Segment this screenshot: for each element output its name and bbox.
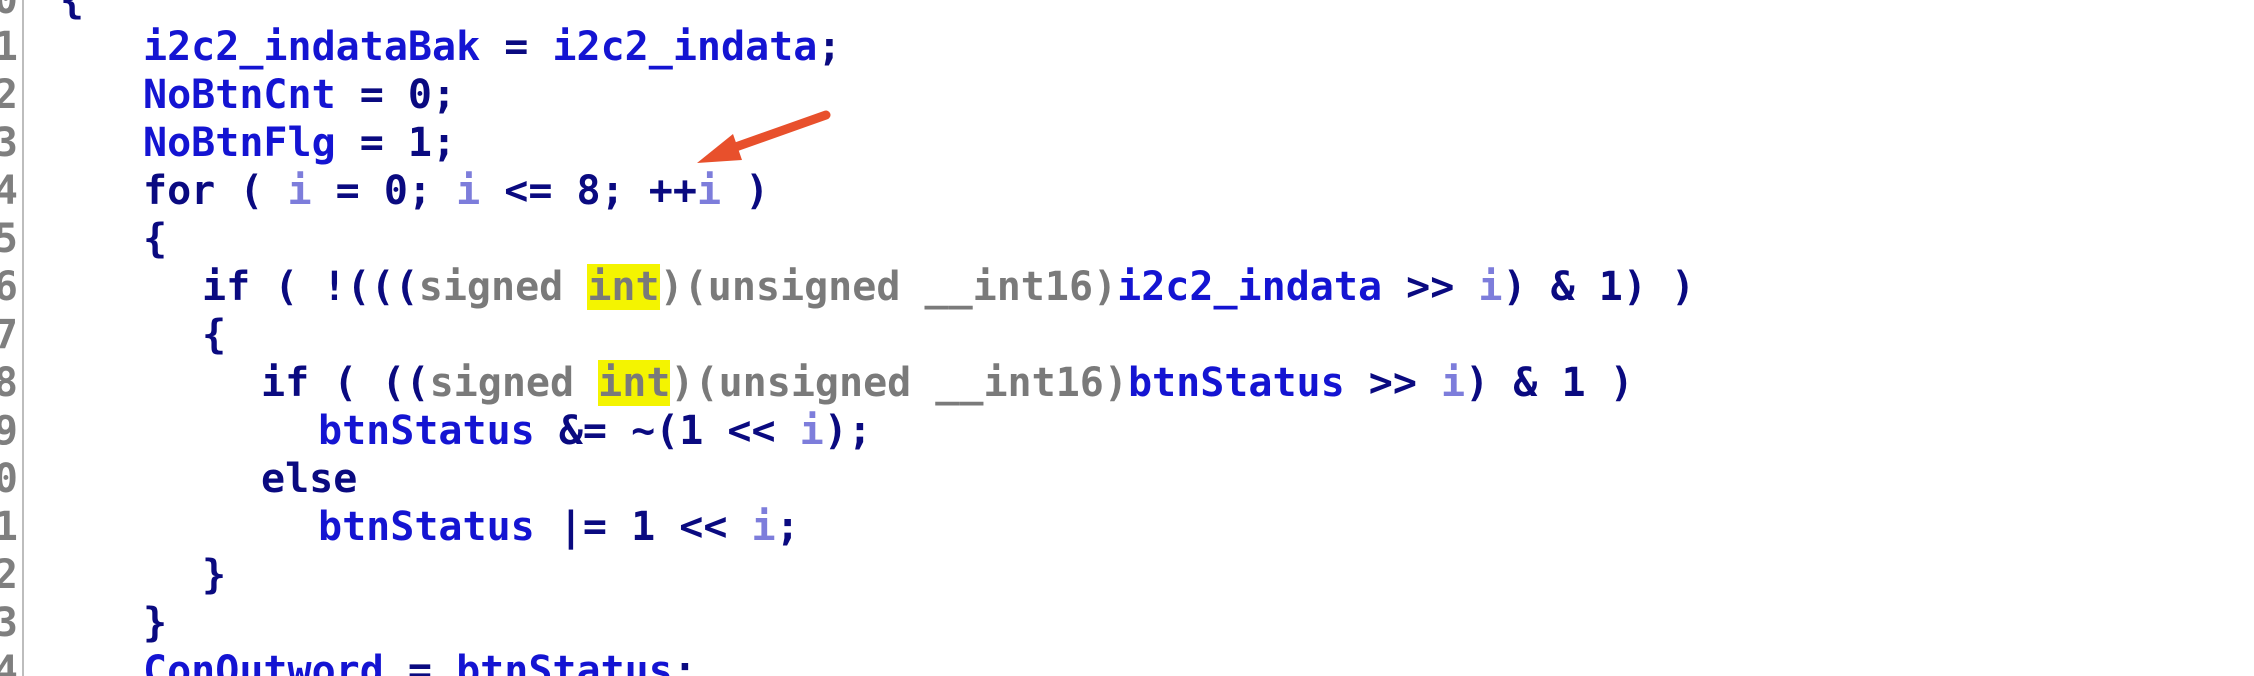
code-line[interactable]: 4 ConOutword = btnStatus; bbox=[0, 647, 697, 676]
identifier[interactable]: NoBtnFlg bbox=[143, 120, 336, 166]
code-line[interactable]: 5 { bbox=[0, 215, 167, 263]
variable-i[interactable]: i bbox=[456, 168, 480, 214]
line-number: 6 bbox=[0, 264, 18, 310]
line-number: 9 bbox=[0, 408, 18, 454]
line-code[interactable]: } bbox=[202, 551, 226, 599]
highlighted-int[interactable]: int bbox=[587, 264, 660, 310]
line-number: 0 bbox=[0, 456, 18, 502]
variable-i[interactable]: i bbox=[697, 168, 721, 214]
line-number: 1 bbox=[0, 504, 18, 550]
line-code[interactable]: if ( !(((signed int)(unsigned __int16)i2… bbox=[202, 263, 1695, 311]
code-line[interactable]: 1 i2c2_indataBak = i2c2_indata; bbox=[0, 23, 841, 71]
line-number: 0 bbox=[0, 0, 18, 23]
line-number: 2 bbox=[0, 552, 18, 598]
variable-i[interactable]: i bbox=[752, 504, 776, 550]
identifier[interactable]: btnStatus bbox=[456, 648, 673, 676]
identifier[interactable]: i2c2_indata bbox=[552, 24, 817, 70]
identifier[interactable]: i2c2_indataBak bbox=[143, 24, 480, 70]
line-code[interactable]: { bbox=[143, 215, 167, 263]
line-code[interactable]: if ( ((signed int)(unsigned __int16)btnS… bbox=[261, 359, 1634, 407]
highlighted-int[interactable]: int bbox=[598, 360, 671, 406]
identifier[interactable]: i2c2_indata bbox=[1117, 264, 1382, 310]
code-line[interactable]: 3 } bbox=[0, 599, 167, 647]
line-number: 3 bbox=[0, 120, 18, 166]
line-number: 8 bbox=[0, 360, 18, 406]
code-line[interactable]: 1 btnStatus |= 1 << i; bbox=[0, 503, 800, 551]
line-code[interactable]: { bbox=[202, 311, 226, 359]
line-code[interactable]: else bbox=[261, 455, 357, 503]
code-line[interactable]: 2 NoBtnCnt = 0; bbox=[0, 71, 456, 119]
line-number: 4 bbox=[0, 168, 18, 214]
identifier[interactable]: btnStatus bbox=[318, 408, 535, 454]
line-code[interactable]: i2c2_indataBak = i2c2_indata; bbox=[143, 23, 841, 71]
code-line[interactable]: 6 if ( !(((signed int)(unsigned __int16)… bbox=[0, 263, 1695, 311]
code-line[interactable]: 4 for ( i = 0; i <= 8; ++i ) bbox=[0, 167, 769, 215]
line-code[interactable]: NoBtnFlg = 1; bbox=[143, 119, 456, 167]
loop-bound-value: 8 bbox=[576, 168, 601, 214]
identifier[interactable]: NoBtnCnt bbox=[143, 72, 336, 118]
line-number: 1 bbox=[0, 24, 18, 70]
code-line[interactable]: 7 { bbox=[0, 311, 226, 359]
line-code[interactable]: { bbox=[60, 0, 84, 24]
line-number: 4 bbox=[0, 648, 18, 676]
code-line[interactable]: 0 { bbox=[0, 0, 96, 24]
variable-i[interactable]: i bbox=[288, 168, 312, 214]
code-line[interactable]: 8 if ( ((signed int)(unsigned __int16)bt… bbox=[0, 359, 1634, 407]
line-code[interactable]: NoBtnCnt = 0; bbox=[143, 71, 456, 119]
variable-i[interactable]: i bbox=[1478, 264, 1502, 310]
code-line[interactable]: 3 NoBtnFlg = 1; bbox=[0, 119, 456, 167]
line-code[interactable]: for ( i = 0; i <= 8; ++i ) bbox=[143, 167, 769, 215]
variable-i[interactable]: i bbox=[1441, 360, 1465, 406]
identifier[interactable]: ConOutword bbox=[143, 648, 384, 676]
code-line[interactable]: 2 } bbox=[0, 551, 226, 599]
line-number: 2 bbox=[0, 72, 18, 118]
code-line[interactable]: 9 btnStatus &= ~(1 << i); bbox=[0, 407, 872, 455]
code-line[interactable]: 0 else bbox=[0, 455, 357, 503]
identifier[interactable]: btnStatus bbox=[318, 504, 535, 550]
line-number: 5 bbox=[0, 216, 18, 262]
identifier[interactable]: btnStatus bbox=[1128, 360, 1345, 406]
variable-i[interactable]: i bbox=[800, 408, 824, 454]
line-number: 3 bbox=[0, 600, 18, 646]
line-code[interactable]: ConOutword = btnStatus; bbox=[143, 647, 697, 676]
line-code[interactable]: btnStatus &= ~(1 << i); bbox=[318, 407, 872, 455]
code-view: 0 { 1 i2c2_indataBak = i2c2_indata; 2 No… bbox=[0, 0, 2254, 676]
line-code[interactable]: } bbox=[143, 599, 167, 647]
line-code[interactable]: btnStatus |= 1 << i; bbox=[318, 503, 800, 551]
line-number: 7 bbox=[0, 312, 18, 358]
